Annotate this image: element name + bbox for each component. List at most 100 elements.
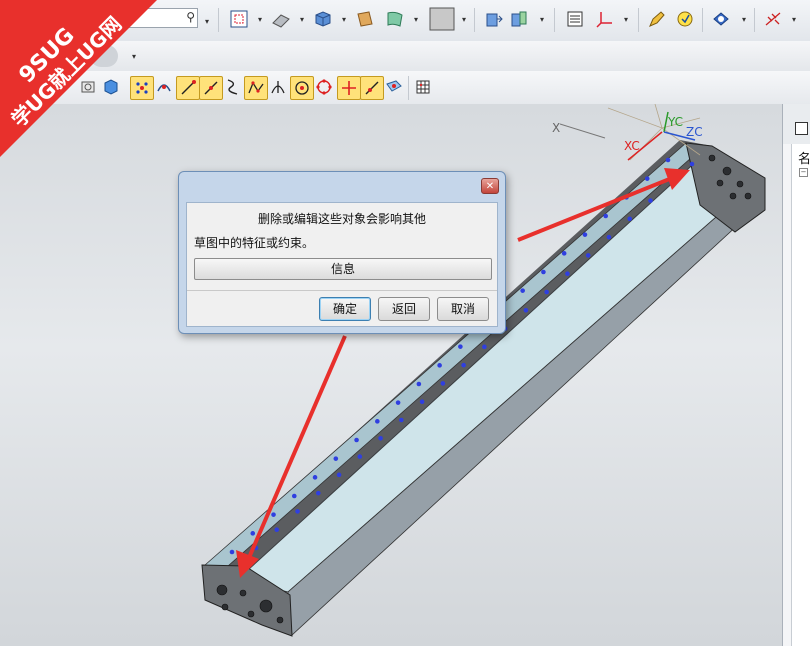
chevron-down-icon[interactable]: ▾ — [256, 8, 264, 30]
chevron-down-icon[interactable]: ▾ — [203, 10, 211, 32]
hole-dot — [606, 234, 612, 240]
navigator-tree[interactable]: 名 − — [791, 144, 810, 646]
axis-label-xc: XC — [624, 139, 640, 153]
toolbar-separator — [702, 8, 703, 32]
edit-object-icon[interactable] — [646, 8, 668, 30]
hole-dot — [437, 363, 442, 368]
toolbar-separator — [408, 76, 409, 100]
hole-dot — [520, 288, 525, 293]
hole-dot — [689, 161, 695, 167]
control-point-icon[interactable] — [244, 76, 268, 100]
axis-label-x: X — [552, 121, 560, 135]
csys-icon[interactable] — [594, 8, 616, 30]
hole-dot — [419, 399, 425, 405]
mid-point-icon[interactable] — [199, 76, 223, 100]
hole-dot — [357, 454, 363, 459]
toolbar-separator — [554, 8, 555, 32]
hole-dot — [312, 475, 318, 480]
toolbar-separator — [638, 8, 639, 32]
hole-dot — [333, 456, 339, 461]
fit-view-icon[interactable] — [228, 8, 250, 30]
hole-dot — [250, 531, 256, 536]
chevron-down-icon[interactable]: ▾ — [412, 8, 420, 30]
chevron-down-icon[interactable]: ▾ — [622, 8, 630, 30]
axis-label-yc: YC — [667, 115, 683, 129]
render-icon[interactable] — [710, 8, 732, 30]
hole-dot — [295, 509, 300, 514]
hole-dot — [644, 176, 650, 181]
curve-icon[interactable] — [222, 76, 244, 98]
solid-box-icon[interactable] — [312, 8, 334, 30]
hole-dot — [354, 437, 359, 443]
hole-dot — [603, 213, 609, 219]
search-icon[interactable]: ⚲ — [186, 10, 195, 24]
cancel-button[interactable]: 取消 — [437, 297, 489, 321]
back-button[interactable]: 返回 — [378, 297, 430, 321]
extrude-icon[interactable] — [482, 8, 504, 30]
hole-dot — [544, 289, 549, 295]
chevron-down-icon[interactable]: ▾ — [460, 8, 468, 30]
dialog-divider — [187, 290, 497, 291]
hole-dot — [648, 198, 653, 203]
existing-point-icon[interactable] — [337, 76, 361, 100]
analysis-icon[interactable] — [674, 8, 696, 30]
surface-icon[interactable] — [384, 8, 406, 30]
chevron-down-icon[interactable]: ▾ — [740, 8, 748, 30]
close-button[interactable]: ✕ — [481, 178, 499, 194]
part-navigator-panel: 名 − — [782, 104, 810, 646]
layer-icon[interactable] — [564, 8, 586, 30]
toolbar-separator — [218, 8, 219, 32]
hole-dot — [336, 472, 342, 478]
info-button[interactable]: 信息 — [194, 258, 492, 280]
hole-dot — [399, 417, 404, 423]
hole-dot — [291, 493, 297, 499]
hole-dot — [458, 344, 463, 349]
snap-icon[interactable] — [762, 8, 784, 30]
column-header-name: 名 — [798, 152, 810, 167]
hole-dot — [541, 269, 546, 275]
hole-dot — [271, 512, 276, 517]
point-on-curve-icon[interactable] — [360, 76, 384, 100]
hole-dot — [627, 216, 633, 222]
ok-button[interactable]: 确定 — [319, 297, 371, 321]
hole-dot — [561, 251, 567, 256]
chevron-down-icon[interactable]: ▾ — [790, 8, 798, 30]
hole-dot — [440, 381, 446, 386]
tree-collapse-icon[interactable]: − — [799, 168, 808, 177]
arc-center-icon[interactable] — [290, 76, 314, 100]
sketch-icon[interactable] — [270, 8, 292, 30]
dialog-message: 删除或编辑这些对象会影响其他 — [257, 212, 426, 226]
dialog-sub-message: 草图中的特征或约束。 — [194, 236, 315, 250]
watermark-logo: 9SUG 学UG就上UG网 — [0, 0, 157, 157]
section-icon[interactable] — [508, 8, 530, 30]
sheet-icon[interactable] — [354, 8, 376, 30]
quadrant-icon[interactable] — [313, 76, 335, 98]
panel-header — [783, 104, 810, 144]
hole-dot — [461, 362, 466, 368]
grid-icon[interactable] — [412, 76, 434, 98]
hole-dot — [523, 307, 529, 313]
point-on-face-icon[interactable] — [383, 76, 405, 98]
hole-dot — [274, 527, 280, 533]
hole-dot — [665, 157, 671, 163]
hole-dot — [378, 435, 383, 441]
panel-toggle-icon[interactable] — [795, 122, 808, 135]
hole-dot — [565, 271, 570, 277]
hole-dot — [315, 490, 321, 496]
delete-warning-dialog: ✕ 删除或编辑这些对象会影响其他 草图中的特征或约束。 信息 确定 返回 取消 — [178, 171, 506, 334]
intersection-icon[interactable] — [267, 76, 289, 98]
hole-dot — [229, 549, 235, 555]
hole-dot — [482, 344, 487, 350]
hole-dot — [395, 400, 401, 405]
toolbar-separator — [474, 8, 475, 32]
dialog-body: 删除或编辑这些对象会影响其他 草图中的特征或约束。 信息 确定 返回 取消 — [186, 202, 498, 327]
color-swatch-icon[interactable] — [428, 6, 456, 32]
hole-dot — [416, 381, 422, 387]
hole-dot — [582, 232, 588, 237]
axis-label-zc: ZC — [686, 125, 703, 139]
hole-dot — [585, 253, 591, 258]
end-point-icon[interactable] — [176, 76, 200, 100]
chevron-down-icon[interactable]: ▾ — [340, 8, 348, 30]
chevron-down-icon[interactable]: ▾ — [538, 8, 546, 30]
chevron-down-icon[interactable]: ▾ — [298, 8, 306, 30]
